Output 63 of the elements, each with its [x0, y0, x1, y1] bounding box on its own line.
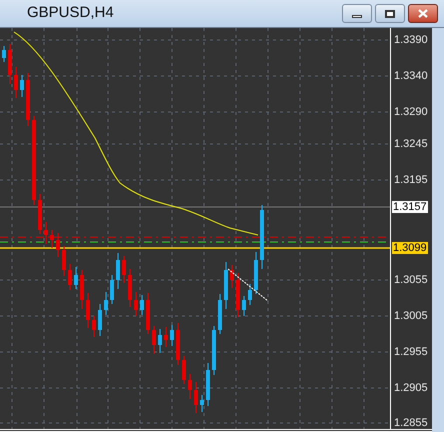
- candle: [164, 326, 168, 348]
- candle: [200, 394, 204, 412]
- candle: [20, 74, 24, 98]
- price-marker: 1.3099: [392, 242, 428, 254]
- candle: [38, 194, 42, 234]
- candle: [206, 362, 210, 406]
- restore-icon: [385, 10, 395, 18]
- price-label: 1.2955: [394, 346, 428, 358]
- candle: [194, 382, 198, 414]
- candle: [44, 222, 48, 244]
- price-label: 1.2905: [394, 382, 428, 394]
- candle: [80, 270, 84, 310]
- minimize-button[interactable]: [342, 4, 372, 23]
- window-title: GBPUSD,H4: [27, 3, 115, 24]
- candle: [128, 268, 132, 308]
- price-label: 1.3055: [394, 274, 428, 286]
- candle: [260, 204, 264, 270]
- candle: [92, 316, 96, 338]
- candle: [14, 66, 18, 98]
- candle: [110, 274, 114, 304]
- candle: [242, 296, 246, 316]
- price-marker: 1.3157: [392, 201, 428, 213]
- close-icon: [418, 9, 428, 18]
- candle: [230, 264, 234, 288]
- candle: [254, 252, 258, 294]
- candle: [56, 232, 60, 258]
- candle: [2, 46, 6, 62]
- candle: [170, 324, 174, 346]
- price-label: 1.3340: [394, 70, 428, 82]
- price-label: 1.3195: [394, 174, 428, 186]
- price-label: 1.3290: [394, 106, 428, 118]
- price-label: 1.2855: [394, 417, 428, 429]
- trend-line: [228, 268, 268, 302]
- candle: [140, 294, 144, 316]
- candle: [86, 292, 90, 328]
- close-button[interactable]: [408, 4, 438, 23]
- candle: [212, 326, 216, 376]
- candle: [122, 256, 126, 284]
- maximize-button[interactable]: [375, 4, 405, 23]
- candle: [182, 356, 186, 384]
- candle: [68, 264, 72, 290]
- price-label: 1.3390: [394, 34, 428, 46]
- candle: [224, 262, 228, 310]
- candle: [62, 246, 66, 276]
- candle: [116, 252, 120, 290]
- candle: [236, 272, 240, 318]
- candle: [74, 266, 78, 290]
- candle: [8, 44, 12, 84]
- candle: [188, 374, 192, 400]
- candle: [98, 304, 102, 336]
- minimize-icon: [352, 15, 362, 18]
- candle: [218, 294, 222, 334]
- price-label: 1.3245: [394, 138, 428, 150]
- candle: [50, 230, 54, 248]
- price-label: 1.3005: [394, 310, 428, 322]
- candle: [248, 284, 252, 306]
- candle: [176, 322, 180, 366]
- candle: [146, 292, 150, 334]
- candle: [134, 292, 138, 316]
- candle: [104, 292, 108, 316]
- candle: [26, 72, 30, 126]
- candle: [152, 326, 156, 354]
- candle: [158, 328, 162, 354]
